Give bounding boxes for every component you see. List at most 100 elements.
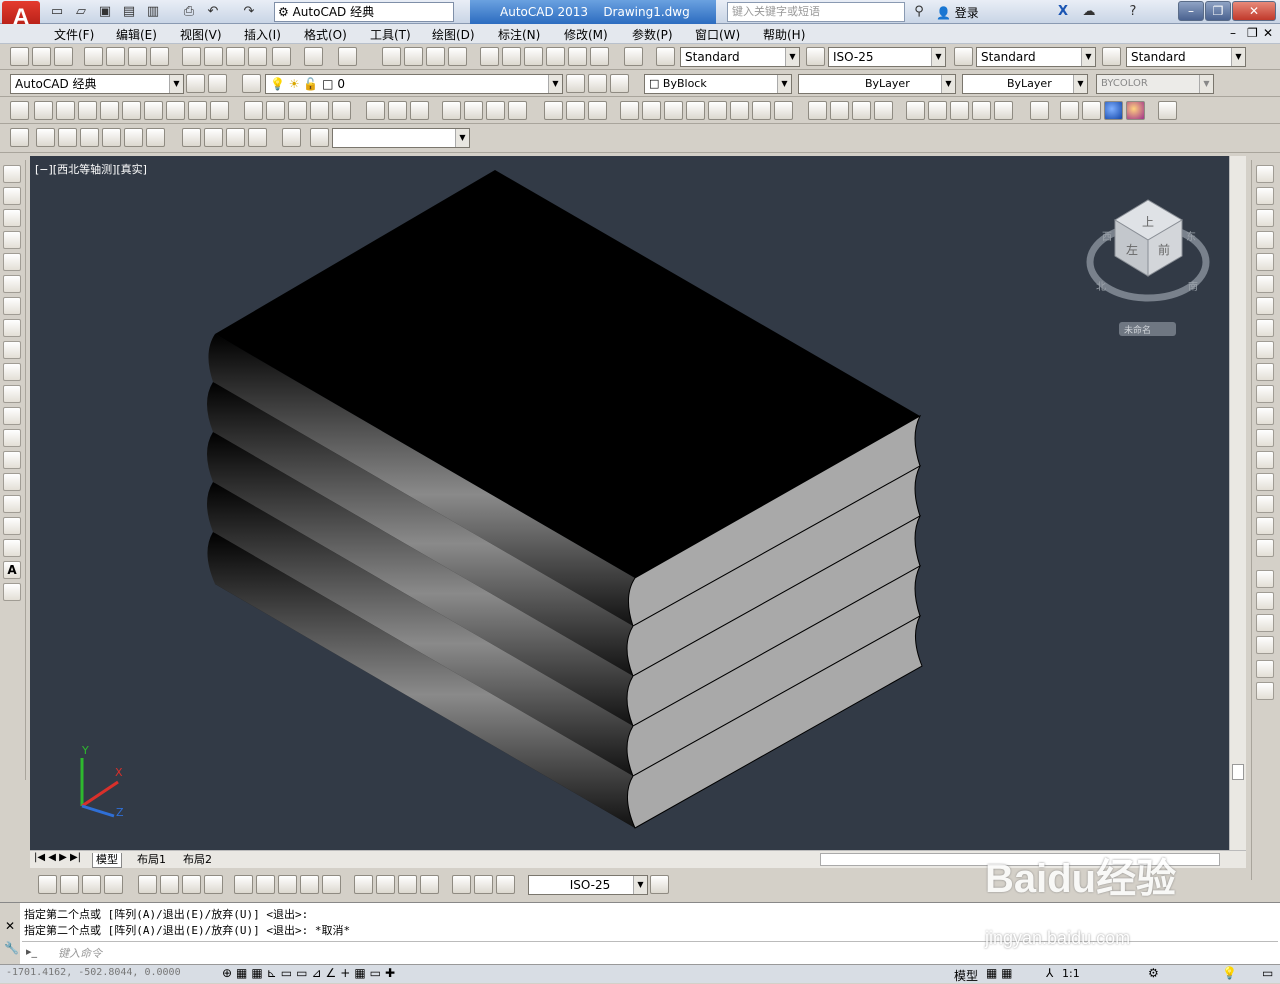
copy-edges-icon[interactable] [808, 101, 827, 120]
wedge-icon[interactable] [56, 101, 75, 120]
box-icon[interactable] [34, 101, 53, 120]
dim-style-toolbar-select[interactable]: ISO-25 ▼ [528, 875, 648, 895]
radius-dim-icon[interactable] [138, 875, 157, 894]
wireframe-icon[interactable] [1082, 101, 1101, 120]
offset-icon[interactable] [1256, 231, 1274, 249]
separate-icon[interactable] [906, 101, 925, 120]
top-view-icon[interactable] [36, 128, 55, 147]
multileader-style-select[interactable]: Standard ▼ [1126, 47, 1246, 67]
ne-iso-icon[interactable] [226, 128, 245, 147]
copy-object-icon[interactable] [1256, 187, 1274, 205]
save-icon[interactable] [54, 47, 73, 66]
pan-icon[interactable] [382, 47, 401, 66]
menu-format[interactable]: 格式(O) [304, 26, 347, 43]
blend-icon[interactable] [1256, 517, 1274, 535]
chamfer-icon[interactable] [1256, 473, 1274, 491]
region-icon[interactable] [3, 517, 21, 535]
viewcube-front-face[interactable]: 前 [1158, 242, 1170, 257]
table-style-icon[interactable] [954, 47, 973, 66]
hide-icon[interactable] [1060, 101, 1079, 120]
front-view-icon[interactable] [124, 128, 143, 147]
tab-model[interactable]: 模型 [92, 853, 122, 868]
shell-icon[interactable] [928, 101, 947, 120]
customize-icon[interactable] [208, 74, 227, 93]
check-icon[interactable] [950, 101, 969, 120]
block-editor-icon[interactable] [272, 47, 291, 66]
explode-icon[interactable] [1256, 539, 1274, 557]
help-icon[interactable] [624, 47, 643, 66]
rotate-faces-icon[interactable] [708, 101, 727, 120]
compass-west[interactable]: 西 [1102, 232, 1112, 243]
plotstyle-select[interactable]: BYCOLOR ▼ [1096, 74, 1214, 94]
ucs-menu-label[interactable]: 未命名 [1124, 324, 1151, 336]
drafting-toggles[interactable]: ⊕▦▦⊾▭▭⊿∠+▦▭✚ [222, 966, 399, 980]
loft-icon[interactable] [332, 101, 351, 120]
plot-icon[interactable] [84, 47, 103, 66]
polyline-icon[interactable] [3, 209, 21, 227]
move-faces-icon[interactable] [642, 101, 661, 120]
slice-icon[interactable] [972, 101, 991, 120]
binoculars-icon[interactable]: ⚲ [910, 3, 928, 21]
text-front-icon[interactable] [1256, 660, 1274, 678]
preview-icon[interactable] [106, 47, 125, 66]
3d-rotate-icon[interactable] [464, 101, 483, 120]
qnew-icon[interactable] [10, 47, 29, 66]
redo-icon[interactable]: ↷ [240, 3, 258, 21]
make-current-icon[interactable] [566, 74, 585, 93]
move-icon[interactable] [1256, 275, 1274, 293]
draworder-icon[interactable] [1256, 570, 1274, 588]
tab-layout2[interactable]: 布局2 [180, 853, 215, 868]
imprint-icon[interactable] [852, 101, 871, 120]
helix-icon[interactable] [188, 101, 207, 120]
erase-icon[interactable] [1256, 165, 1274, 183]
circle-icon[interactable] [3, 297, 21, 315]
undo-icon[interactable]: ↶ [204, 3, 222, 21]
polysolid-icon[interactable] [10, 101, 29, 120]
scale-icon[interactable] [1256, 319, 1274, 337]
view-select[interactable]: ▼ [332, 128, 470, 148]
tab-nav-arrows[interactable]: |◀ ◀ ▶ ▶| [34, 852, 81, 863]
match-properties-icon[interactable] [248, 47, 267, 66]
menu-help[interactable]: 帮助(H) [763, 26, 805, 43]
menu-file[interactable]: 文件(F) [54, 26, 94, 43]
bring-front-icon[interactable] [1256, 592, 1274, 610]
ellipse-arc-icon[interactable] [3, 385, 21, 403]
nw-iso-icon[interactable] [248, 128, 267, 147]
save-icon[interactable]: ▣ [96, 3, 114, 21]
lineweight-select[interactable]: ByLayer ▼ [962, 74, 1088, 94]
markup-icon[interactable] [568, 47, 587, 66]
gradient-icon[interactable] [3, 495, 21, 513]
exchange-icon[interactable]: X [1054, 3, 1072, 21]
close-button[interactable]: ✕ [1232, 1, 1276, 21]
workspace-settings-icon[interactable] [186, 74, 205, 93]
bottom-view-icon[interactable] [58, 128, 77, 147]
model-space-label[interactable]: 模型 [954, 967, 978, 984]
open-icon[interactable]: ▱ [72, 3, 90, 21]
plot-preview-icon[interactable]: ▥ [144, 3, 162, 21]
viewcube-top-face[interactable]: 上 [1142, 215, 1154, 229]
join-icon[interactable] [1256, 451, 1274, 469]
spline-icon[interactable] [3, 341, 21, 359]
interfere-icon[interactable] [1030, 101, 1049, 120]
3d-align-icon[interactable] [486, 101, 505, 120]
pyramid-icon[interactable] [166, 101, 185, 120]
cylinder-icon[interactable] [122, 101, 141, 120]
back-view-icon[interactable] [146, 128, 165, 147]
dim-break-icon[interactable] [322, 875, 341, 894]
layer-states-icon[interactable] [610, 74, 629, 93]
restore-button[interactable]: ❐ [1205, 1, 1231, 21]
text-style-icon[interactable] [656, 47, 675, 66]
dim-style-manager-icon[interactable] [650, 875, 669, 894]
color-faces-icon[interactable] [774, 101, 793, 120]
vertical-scrollbar[interactable] [1229, 156, 1246, 850]
construction-line-icon[interactable] [3, 187, 21, 205]
break-icon[interactable] [1256, 429, 1274, 447]
menu-modify[interactable]: 修改(M) [564, 26, 608, 43]
planar-surface-icon[interactable] [210, 101, 229, 120]
fillet-icon[interactable] [1256, 495, 1274, 513]
hatch-back-icon[interactable] [1256, 682, 1274, 700]
bring-above-icon[interactable] [1256, 636, 1274, 654]
close-icon[interactable]: ✕ [5, 919, 15, 933]
dim-edit-icon[interactable] [452, 875, 471, 894]
redo-icon[interactable] [338, 47, 357, 66]
